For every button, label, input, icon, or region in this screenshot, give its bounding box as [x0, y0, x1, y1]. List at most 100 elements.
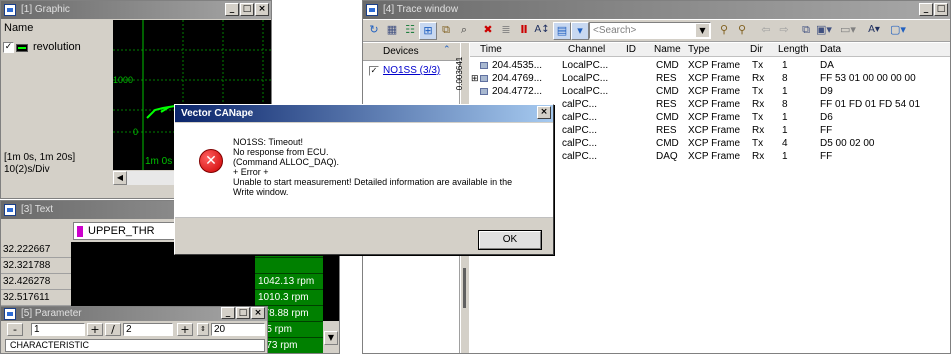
trace-cell-data: D6: [820, 112, 833, 123]
trace-cell-channel: LocalPC...: [562, 73, 609, 84]
characteristic-row: CHARACTERISTIC: [5, 339, 265, 352]
divide-button[interactable]: /: [105, 323, 121, 336]
dialog-title: Vector CANape: [181, 108, 254, 119]
trace-cell-type: XCP Frame: [688, 60, 741, 71]
format-icon[interactable]: ⧉: [437, 22, 455, 40]
trace-cell-type: XCP Frame: [688, 73, 741, 84]
collapse-icon[interactable]: ⌃: [443, 45, 451, 55]
dialog-titlebar[interactable]: Vector CANape ×: [175, 105, 553, 122]
trace-cell-channel: calPC...: [562, 112, 598, 123]
scroll-left-icon[interactable]: ◀: [113, 171, 127, 185]
trace-cell-name: CMD: [656, 86, 679, 97]
trace-cell-length: 1: [782, 86, 788, 97]
upper-thr-label: UPPER_THR: [88, 225, 155, 237]
trace-titlebar[interactable]: [4] Trace window _ □: [363, 1, 950, 19]
text-row-value: 1042.13 rpm: [255, 274, 323, 290]
col-id-header[interactable]: ID: [626, 43, 636, 57]
error-icon: ✕: [199, 149, 223, 173]
trace-header-row: Time Channel ID Name Type Dir Length Dat…: [470, 43, 950, 57]
field-2-input[interactable]: 2: [123, 323, 173, 336]
refresh-icon[interactable]: ↻: [365, 22, 383, 40]
signal-name-revolution: revolution: [33, 41, 81, 53]
graphic-titlebar[interactable]: [1] Graphic _ □ ×: [1, 1, 271, 19]
splitter-value: 0.003641: [455, 56, 465, 91]
export-icon[interactable]: ▣▾: [815, 22, 833, 40]
window-options-icon[interactable]: ▢▾: [889, 22, 907, 40]
trace-cell-name: CMD: [656, 138, 679, 149]
param-close-button[interactable]: ×: [251, 307, 265, 319]
col-channel-header[interactable]: Channel: [568, 43, 605, 57]
error-dialog: Vector CANape × ✕ NO1SS: Timeout! No res…: [174, 104, 554, 255]
font-icon[interactable]: A▾: [865, 22, 883, 40]
layout-icon[interactable]: ▤: [553, 22, 571, 40]
frame-icon: [480, 62, 488, 69]
field-3-input[interactable]: 20: [211, 323, 265, 336]
filter-icon[interactable]: ⊞: [419, 22, 437, 40]
scroll-down-icon[interactable]: ▼: [324, 331, 338, 345]
text-row-value: 1010.3 rpm: [255, 290, 323, 306]
ok-button[interactable]: OK: [478, 230, 542, 250]
minus-button[interactable]: -: [7, 323, 23, 336]
search-dropdown-icon[interactable]: ▼: [696, 24, 709, 37]
trace-minimize-button[interactable]: _: [919, 3, 933, 16]
find-next-icon[interactable]: ⚲: [715, 22, 733, 40]
devices-header[interactable]: Devices ⌃: [363, 43, 460, 61]
maximize-button[interactable]: □: [240, 3, 254, 16]
splitter-grip: [463, 268, 466, 308]
text-window-icon: [4, 204, 16, 216]
y-tick-1000: 1000: [113, 75, 134, 85]
device-checkbox[interactable]: ✓: [369, 66, 379, 76]
devices-title: Devices: [383, 46, 419, 57]
trace-row[interactable]: 204.4535... LocalPC... CMD XCP Frame Tx 1 DA: [470, 59, 950, 72]
device-link[interactable]: NO1SS (3/3): [383, 65, 440, 76]
pause-icon[interactable]: Ⅱ: [515, 22, 533, 40]
back-icon[interactable]: ⇦: [757, 22, 775, 40]
trace-row[interactable]: ⊞ 204.4769... LocalPC... RES XCP Frame Rx 8 FF …: [470, 72, 950, 85]
dropdown-filter-icon[interactable]: ▾: [571, 22, 589, 40]
trace-maximize-button[interactable]: □: [934, 3, 948, 16]
plus-2-button[interactable]: +: [177, 323, 193, 336]
col-type-header[interactable]: Type: [688, 43, 710, 57]
col-length-header[interactable]: Length: [778, 43, 809, 57]
col-dir-header[interactable]: Dir: [750, 43, 763, 57]
grid-view-icon[interactable]: ▦: [383, 22, 401, 40]
device-row[interactable]: ✓ NO1SS (3/3): [369, 65, 457, 79]
find-prev-icon[interactable]: ⚲: [733, 22, 751, 40]
col-data-header[interactable]: Data: [820, 43, 841, 57]
view-options-icon[interactable]: ▭▾: [839, 22, 857, 40]
parameter-titlebar[interactable]: [5] Parameter _ □ ×: [1, 307, 267, 321]
signal-row-revolution[interactable]: ✓ revolution: [3, 40, 109, 56]
text-mode-icon[interactable]: A↕: [533, 22, 551, 40]
forward-icon[interactable]: ⇨: [775, 22, 793, 40]
error-message: NO1SS: Timeout! No response from ECU. (C…: [233, 137, 512, 197]
expand-icon[interactable]: ⊞: [471, 72, 479, 85]
text-column-header[interactable]: UPPER_THR: [73, 222, 177, 240]
delete-icon[interactable]: ✖: [479, 22, 497, 40]
search-input[interactable]: <Search> ▼: [589, 22, 711, 39]
dialog-close-button[interactable]: ×: [537, 106, 551, 119]
trace-cell-dir: Rx: [752, 73, 765, 84]
col-time-header[interactable]: Time: [480, 43, 502, 57]
trace-cell-dir: Rx: [752, 151, 765, 162]
minimize-button[interactable]: _: [225, 3, 239, 16]
text-row: 32.517611 1010.3 rpm: [1, 290, 339, 306]
trace-cell-type: XCP Frame: [688, 86, 741, 97]
trace-cell-name: RES: [656, 73, 677, 84]
copy-icon[interactable]: ⧉: [797, 22, 815, 40]
spin-icon[interactable]: ⇕: [197, 323, 209, 336]
field-1-input[interactable]: 1: [31, 323, 85, 336]
text-title: [3] Text: [21, 204, 54, 215]
list-icon[interactable]: ≣: [497, 22, 515, 40]
text-scrollbar[interactable]: ▼: [323, 321, 339, 353]
col-name-header[interactable]: Name: [654, 43, 681, 57]
plus-button[interactable]: +: [87, 323, 103, 336]
find-icon[interactable]: ⌕: [455, 22, 473, 40]
parameter-window-icon: [4, 308, 16, 320]
close-button[interactable]: ×: [255, 3, 269, 16]
param-maximize-button[interactable]: □: [236, 307, 250, 319]
signal-visible-checkbox[interactable]: ✓: [3, 42, 14, 53]
trace-cell-dir: Tx: [752, 138, 764, 149]
columns-icon[interactable]: ☷: [401, 22, 419, 40]
trace-row[interactable]: 204.4772... LocalPC... CMD XCP Frame Tx 1 D9: [470, 85, 950, 98]
param-minimize-button[interactable]: _: [221, 307, 235, 319]
